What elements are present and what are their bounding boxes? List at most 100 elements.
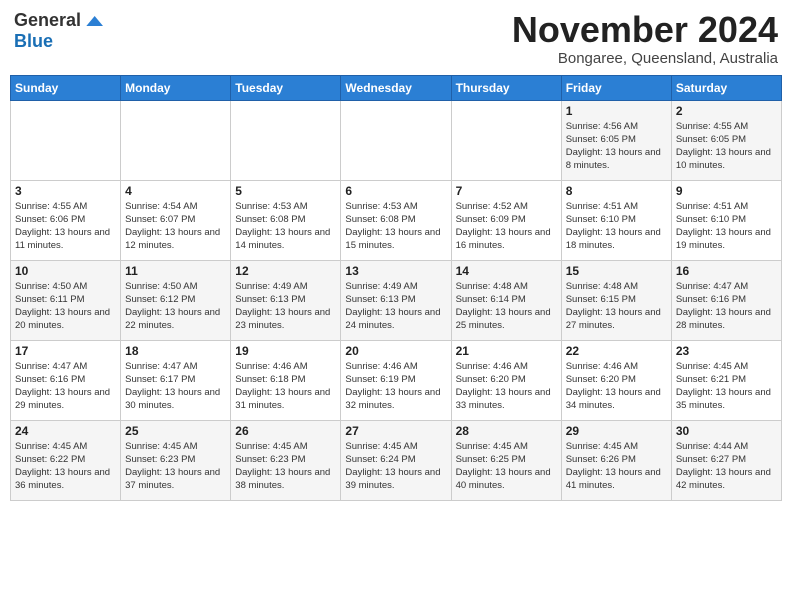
day-number: 26 (235, 424, 336, 438)
day-cell-3: 3 Sunrise: 4:55 AM Sunset: 6:06 PM Daylig… (11, 180, 121, 260)
weekday-header-tuesday: Tuesday (231, 75, 341, 100)
day-info: Sunrise: 4:55 AM Sunset: 6:06 PM Dayligh… (15, 200, 116, 253)
day-cell-9: 9 Sunrise: 4:51 AM Sunset: 6:10 PM Daylig… (671, 180, 781, 260)
day-info: Sunrise: 4:45 AM Sunset: 6:26 PM Dayligh… (566, 440, 667, 493)
day-info: Sunrise: 4:45 AM Sunset: 6:25 PM Dayligh… (456, 440, 557, 493)
weekday-header-thursday: Thursday (451, 75, 561, 100)
weekday-header-monday: Monday (121, 75, 231, 100)
day-info: Sunrise: 4:45 AM Sunset: 6:23 PM Dayligh… (125, 440, 226, 493)
week-row-5: 24 Sunrise: 4:45 AM Sunset: 6:22 PM Dayli… (11, 420, 782, 500)
day-info: Sunrise: 4:50 AM Sunset: 6:11 PM Dayligh… (15, 280, 116, 333)
day-number: 7 (456, 184, 557, 198)
day-number: 30 (676, 424, 777, 438)
day-number: 27 (345, 424, 446, 438)
day-cell-15: 15Sunrise: 4:48 AM Sunset: 6:15 PM Dayli… (561, 260, 671, 340)
day-info: Sunrise: 4:46 AM Sunset: 6:19 PM Dayligh… (345, 360, 446, 413)
day-info: Sunrise: 4:45 AM Sunset: 6:22 PM Dayligh… (15, 440, 116, 493)
day-info: Sunrise: 4:48 AM Sunset: 6:15 PM Dayligh… (566, 280, 667, 333)
week-row-4: 17 Sunrise: 4:47 AM Sunset: 6:16 PM Dayli… (11, 340, 782, 420)
weekday-header-friday: Friday (561, 75, 671, 100)
day-info: Sunrise: 4:51 AM Sunset: 6:10 PM Dayligh… (676, 200, 777, 253)
day-number: 29 (566, 424, 667, 438)
day-cell-empty (121, 100, 231, 180)
day-info: Sunrise: 4:52 AM Sunset: 6:09 PM Dayligh… (456, 200, 557, 253)
day-cell-13: 13 Sunrise: 4:49 AM Sunset: 6:13 PM Dayli… (341, 260, 451, 340)
day-cell-8: 8Sunrise: 4:51 AM Sunset: 6:10 PM Daylig… (561, 180, 671, 260)
day-info: Sunrise: 4:45 AM Sunset: 6:23 PM Dayligh… (235, 440, 336, 493)
day-cell-30: 30 Sunrise: 4:44 AM Sunset: 6:27 PM Dayli… (671, 420, 781, 500)
day-info: Sunrise: 4:46 AM Sunset: 6:20 PM Dayligh… (566, 360, 667, 413)
day-cell-27: 27 Sunrise: 4:45 AM Sunset: 6:24 PM Dayli… (341, 420, 451, 500)
logo-general-text: General (14, 10, 81, 31)
day-number: 9 (676, 184, 777, 198)
day-info: Sunrise: 4:46 AM Sunset: 6:18 PM Dayligh… (235, 360, 336, 413)
day-number: 20 (345, 344, 446, 358)
day-number: 11 (125, 264, 226, 278)
day-info: Sunrise: 4:47 AM Sunset: 6:17 PM Dayligh… (125, 360, 226, 413)
day-number: 1 (566, 104, 667, 118)
day-info: Sunrise: 4:50 AM Sunset: 6:12 PM Dayligh… (125, 280, 226, 333)
day-number: 16 (676, 264, 777, 278)
day-info: Sunrise: 4:47 AM Sunset: 6:16 PM Dayligh… (15, 360, 116, 413)
week-row-2: 3 Sunrise: 4:55 AM Sunset: 6:06 PM Daylig… (11, 180, 782, 260)
day-info: Sunrise: 4:47 AM Sunset: 6:16 PM Dayligh… (676, 280, 777, 333)
day-cell-21: 21Sunrise: 4:46 AM Sunset: 6:20 PM Dayli… (451, 340, 561, 420)
day-info: Sunrise: 4:55 AM Sunset: 6:05 PM Dayligh… (676, 120, 777, 173)
day-number: 25 (125, 424, 226, 438)
logo-icon (83, 11, 103, 31)
day-cell-25: 25 Sunrise: 4:45 AM Sunset: 6:23 PM Dayli… (121, 420, 231, 500)
logo: General Blue (14, 10, 103, 52)
day-info: Sunrise: 4:49 AM Sunset: 6:13 PM Dayligh… (235, 280, 336, 333)
day-cell-11: 11 Sunrise: 4:50 AM Sunset: 6:12 PM Dayli… (121, 260, 231, 340)
day-number: 13 (345, 264, 446, 278)
logo-blue-text: Blue (14, 31, 53, 52)
day-cell-empty (11, 100, 121, 180)
day-cell-empty (451, 100, 561, 180)
weekday-header-wednesday: Wednesday (341, 75, 451, 100)
day-number: 19 (235, 344, 336, 358)
day-number: 4 (125, 184, 226, 198)
weekday-header-sunday: Sunday (11, 75, 121, 100)
day-cell-6: 6 Sunrise: 4:53 AM Sunset: 6:08 PM Daylig… (341, 180, 451, 260)
day-number: 10 (15, 264, 116, 278)
day-cell-12: 12Sunrise: 4:49 AM Sunset: 6:13 PM Dayli… (231, 260, 341, 340)
day-cell-16: 16 Sunrise: 4:47 AM Sunset: 6:16 PM Dayli… (671, 260, 781, 340)
title-section: November 2024 Bongaree, Queensland, Aust… (512, 10, 778, 67)
day-number: 6 (345, 184, 446, 198)
weekday-header-row: SundayMondayTuesdayWednesdayThursdayFrid… (11, 75, 782, 100)
day-info: Sunrise: 4:45 AM Sunset: 6:21 PM Dayligh… (676, 360, 777, 413)
day-number: 28 (456, 424, 557, 438)
day-info: Sunrise: 4:45 AM Sunset: 6:24 PM Dayligh… (345, 440, 446, 493)
day-cell-19: 19 Sunrise: 4:46 AM Sunset: 6:18 PM Dayli… (231, 340, 341, 420)
day-cell-22: 22 Sunrise: 4:46 AM Sunset: 6:20 PM Dayli… (561, 340, 671, 420)
day-info: Sunrise: 4:46 AM Sunset: 6:20 PM Dayligh… (456, 360, 557, 413)
day-info: Sunrise: 4:54 AM Sunset: 6:07 PM Dayligh… (125, 200, 226, 253)
day-number: 22 (566, 344, 667, 358)
day-number: 5 (235, 184, 336, 198)
day-cell-14: 14 Sunrise: 4:48 AM Sunset: 6:14 PM Dayli… (451, 260, 561, 340)
calendar: SundayMondayTuesdayWednesdayThursdayFrid… (10, 75, 782, 501)
day-cell-17: 17 Sunrise: 4:47 AM Sunset: 6:16 PM Dayli… (11, 340, 121, 420)
day-cell-28: 28 Sunrise: 4:45 AM Sunset: 6:25 PM Dayli… (451, 420, 561, 500)
day-cell-empty (231, 100, 341, 180)
day-cell-7: 7 Sunrise: 4:52 AM Sunset: 6:09 PM Daylig… (451, 180, 561, 260)
day-cell-1: 1Sunrise: 4:56 AM Sunset: 6:05 PM Daylig… (561, 100, 671, 180)
day-number: 24 (15, 424, 116, 438)
day-number: 14 (456, 264, 557, 278)
day-info: Sunrise: 4:53 AM Sunset: 6:08 PM Dayligh… (235, 200, 336, 253)
day-number: 3 (15, 184, 116, 198)
day-cell-10: 10 Sunrise: 4:50 AM Sunset: 6:11 PM Dayli… (11, 260, 121, 340)
day-number: 2 (676, 104, 777, 118)
week-row-3: 10 Sunrise: 4:50 AM Sunset: 6:11 PM Dayli… (11, 260, 782, 340)
day-info: Sunrise: 4:44 AM Sunset: 6:27 PM Dayligh… (676, 440, 777, 493)
day-cell-2: 2 Sunrise: 4:55 AM Sunset: 6:05 PM Daylig… (671, 100, 781, 180)
day-info: Sunrise: 4:53 AM Sunset: 6:08 PM Dayligh… (345, 200, 446, 253)
day-info: Sunrise: 4:48 AM Sunset: 6:14 PM Dayligh… (456, 280, 557, 333)
day-info: Sunrise: 4:49 AM Sunset: 6:13 PM Dayligh… (345, 280, 446, 333)
day-number: 18 (125, 344, 226, 358)
day-cell-23: 23Sunrise: 4:45 AM Sunset: 6:21 PM Dayli… (671, 340, 781, 420)
day-number: 17 (15, 344, 116, 358)
header: General Blue November 2024 Bongaree, Que… (10, 10, 782, 67)
day-cell-4: 4 Sunrise: 4:54 AM Sunset: 6:07 PM Daylig… (121, 180, 231, 260)
day-info: Sunrise: 4:51 AM Sunset: 6:10 PM Dayligh… (566, 200, 667, 253)
